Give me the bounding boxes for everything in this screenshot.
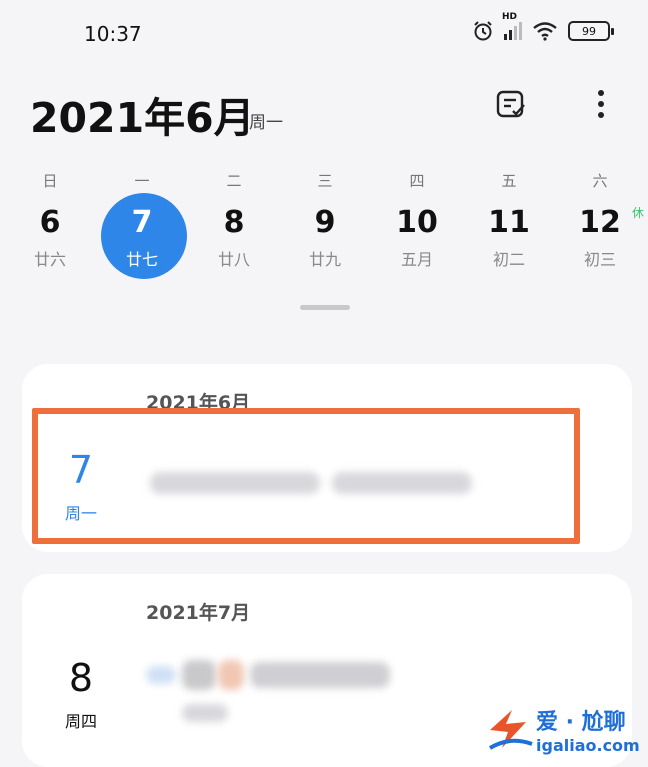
day-cell[interactable]: 二 8 廿八	[188, 160, 280, 290]
watermark: 爱 · 尬聊 igaliao.com	[486, 692, 646, 762]
day-lunar: 廿七	[125, 250, 158, 269]
holiday-badge: 休	[631, 206, 644, 220]
day-weekday: 四	[409, 172, 425, 190]
day-weekday: 日	[42, 172, 58, 190]
day-number: 10	[396, 205, 438, 240]
header-weekday: 周一	[249, 113, 283, 133]
battery-level: 99	[582, 24, 596, 38]
day-cell[interactable]: 日 6 廿六	[4, 160, 96, 290]
drag-handle[interactable]	[300, 305, 350, 310]
card-date-weekday: 周四	[64, 712, 97, 731]
wifi-icon	[533, 22, 557, 41]
agenda-button[interactable]	[494, 88, 528, 122]
watermark-brand: 爱 · 尬聊	[536, 710, 626, 735]
status-time: 10:37	[84, 22, 142, 46]
day-lunar: 廿九	[308, 250, 341, 269]
day-number: 6	[39, 205, 61, 240]
day-cell[interactable]: 三 9 廿九	[279, 160, 371, 290]
more-vertical-icon	[598, 90, 604, 118]
card-date: 8 周四	[26, 656, 136, 732]
battery-icon: 99	[568, 21, 614, 41]
day-cell[interactable]: 六 12 初三 休	[554, 160, 646, 290]
watermark-logo-icon	[488, 710, 533, 750]
day-lunar: 廿八	[217, 250, 250, 269]
day-lunar: 初三	[583, 250, 616, 269]
blurred-event-avatar	[182, 660, 216, 690]
day-lunar: 初二	[492, 250, 525, 269]
signal-icon: HD	[502, 12, 522, 40]
day-lunar: 五月	[400, 250, 433, 269]
blurred-event-marker	[146, 666, 176, 684]
day-weekday: 二	[226, 172, 242, 190]
day-weekday: 三	[317, 172, 333, 190]
alarm-icon	[474, 21, 492, 41]
day-number: 7	[131, 205, 153, 240]
more-options-button[interactable]	[586, 86, 616, 122]
watermark-site: igaliao.com	[536, 736, 640, 755]
day-weekday: 五	[501, 172, 517, 190]
day-lunar: 廿六	[33, 250, 66, 269]
agenda-icon	[496, 90, 525, 118]
card-date-number: 8	[68, 656, 94, 700]
day-number: 9	[314, 205, 336, 240]
blurred-event-avatar	[218, 660, 244, 690]
status-icons: HD 99	[472, 12, 614, 42]
blurred-event-detail	[182, 704, 228, 722]
card-month-label: 2021年7月	[146, 602, 251, 624]
day-number: 8	[223, 205, 245, 240]
day-number: 11	[488, 205, 530, 240]
day-cell[interactable]: 四 10 五月	[371, 160, 463, 290]
day-cell[interactable]: 五 11 初二	[463, 160, 555, 290]
highlight-annotation-box	[32, 408, 580, 544]
hd-label: HD	[502, 12, 518, 22]
calendar-header: 2021年6月 周一	[0, 66, 648, 146]
week-strip: 日 6 廿六 一 7 廿七 二 8 廿八 三 9 廿九 四 10 五月 五 11…	[0, 160, 648, 300]
day-weekday: 一	[134, 172, 150, 190]
day-weekday: 六	[592, 172, 608, 190]
status-bar: 10:37 HD 99	[0, 0, 648, 66]
blurred-event-title	[250, 662, 390, 688]
month-title[interactable]: 2021年6月	[30, 84, 255, 144]
day-cell-selected[interactable]: 一 7 廿七	[96, 160, 188, 290]
